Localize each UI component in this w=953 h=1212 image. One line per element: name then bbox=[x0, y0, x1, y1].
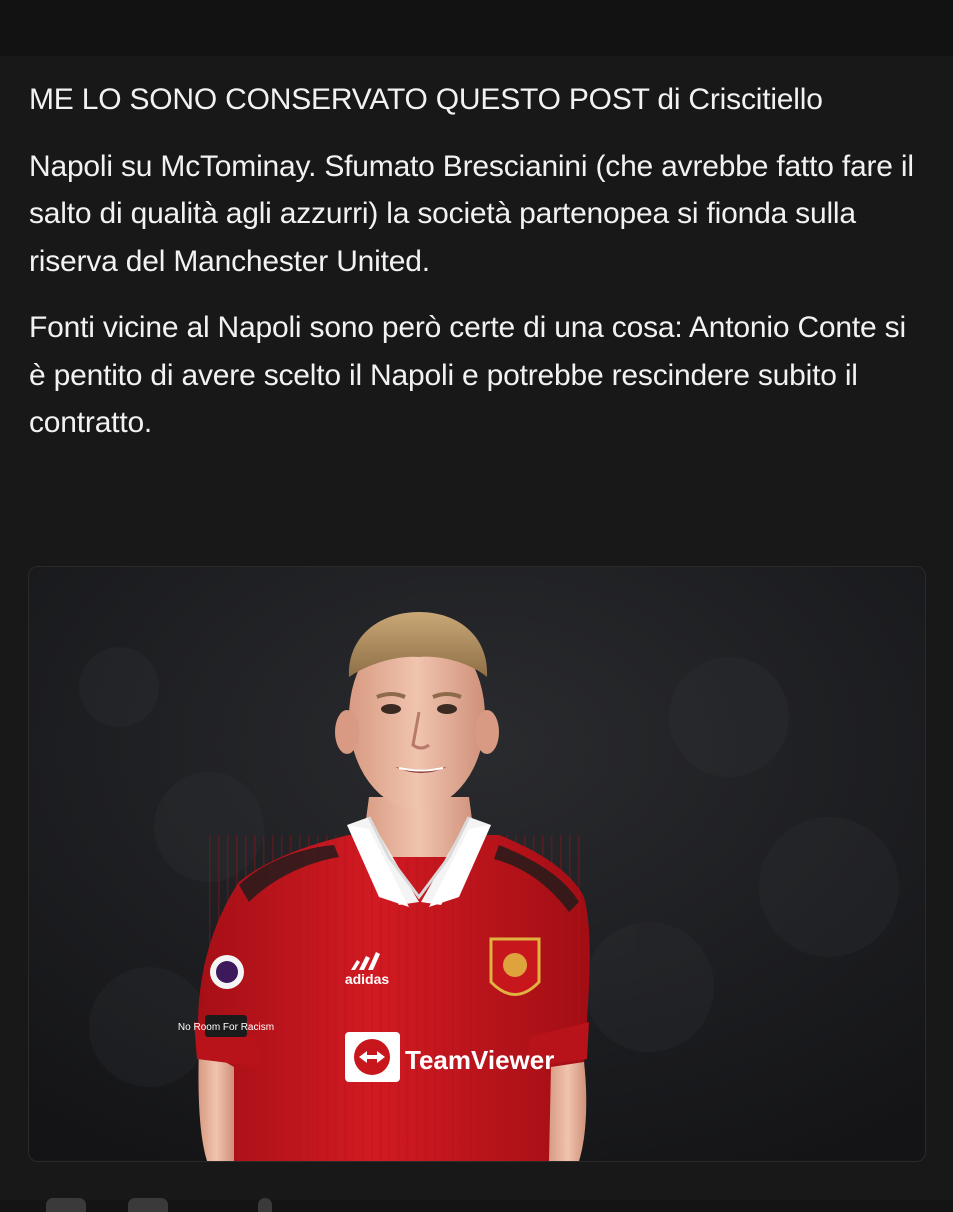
post-card: ME LO SONO CONSERVATO QUESTO POST di Cri… bbox=[0, 56, 953, 1212]
action-hint-3 bbox=[258, 1198, 272, 1212]
adidas-logo-text: adidas bbox=[345, 971, 390, 987]
post-body: ME LO SONO CONSERVATO QUESTO POST di Cri… bbox=[29, 76, 919, 466]
post-paragraph-1: ME LO SONO CONSERVATO QUESTO POST di Cri… bbox=[29, 83, 823, 116]
top-bar bbox=[0, 0, 953, 56]
action-hint-2 bbox=[128, 1198, 168, 1212]
post-action-bar bbox=[28, 1186, 924, 1212]
action-hint-1 bbox=[46, 1198, 86, 1212]
sleeve-patch-text: No Room For Racism bbox=[178, 1022, 274, 1033]
sponsor-text: TeamViewer bbox=[405, 1045, 554, 1075]
post-paragraph-2: Napoli su McTominay. Sfumato Brescianini… bbox=[29, 149, 914, 278]
post-image[interactable]: No Room For Racism adidas TeamViewer bbox=[28, 566, 926, 1162]
post-paragraph-3: Fonti vicine al Napoli sono però certe d… bbox=[29, 311, 906, 439]
